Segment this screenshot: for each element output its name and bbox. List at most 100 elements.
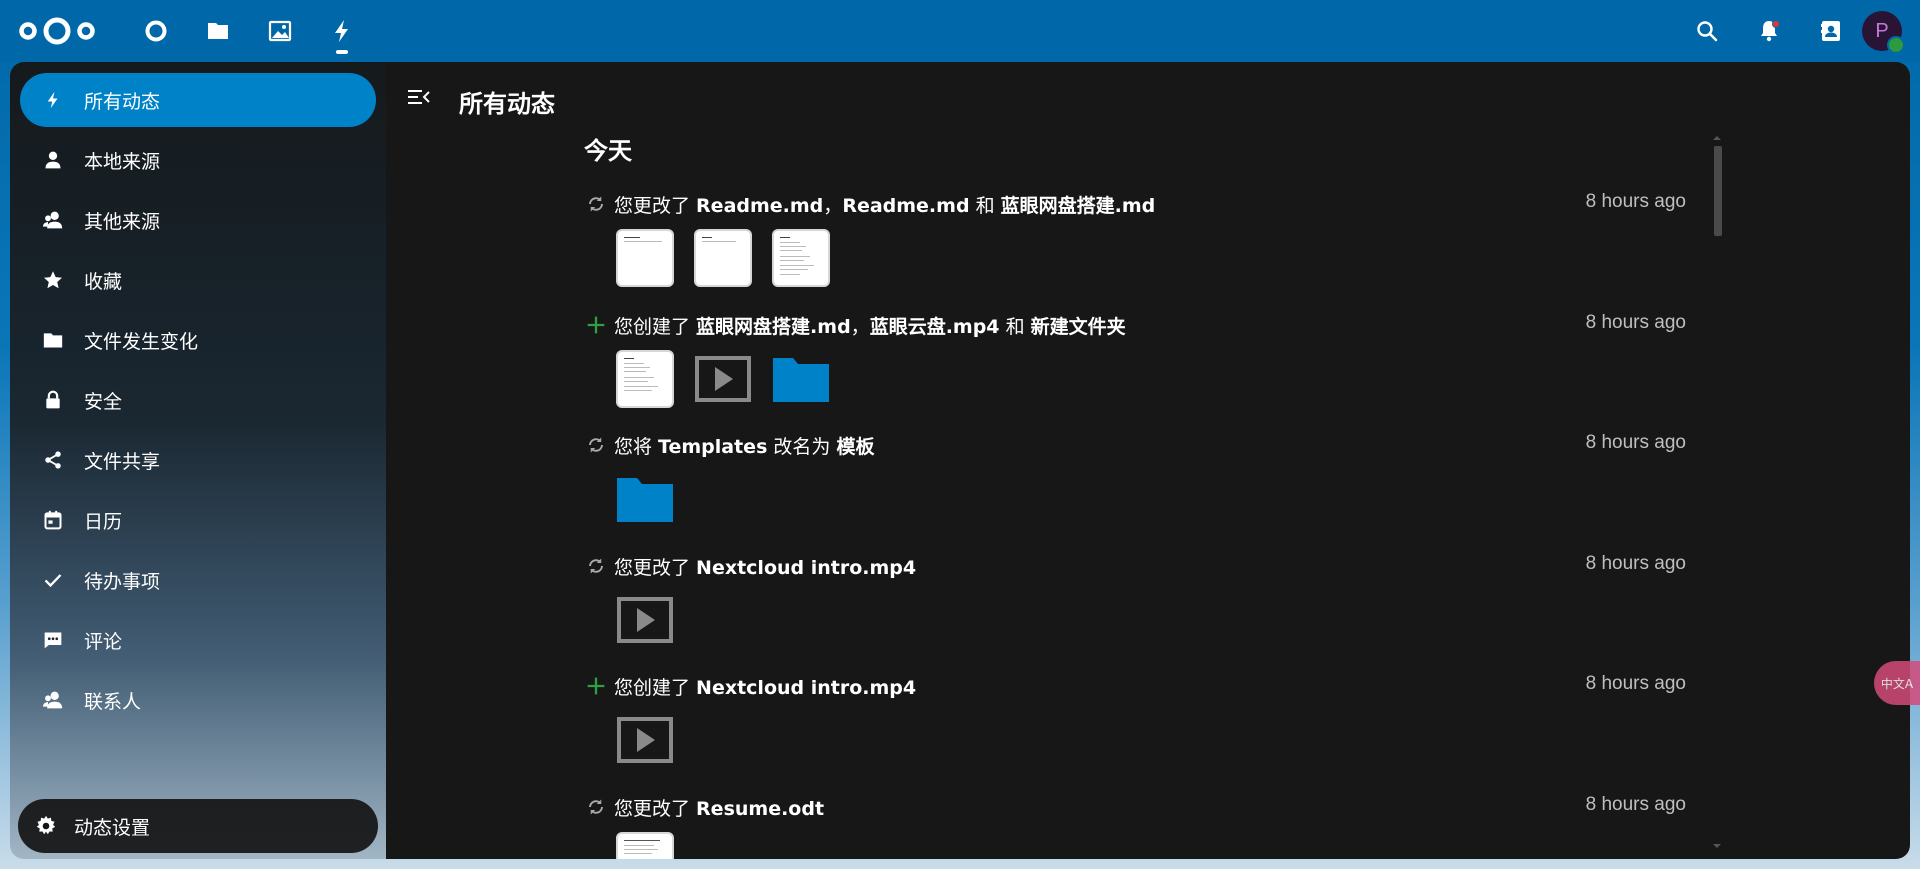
section-heading-today: 今天: [584, 137, 632, 165]
toggle-navigation-icon[interactable]: [406, 84, 432, 110]
file-link[interactable]: Resume.odt: [696, 798, 824, 820]
comment-icon: [42, 629, 64, 651]
sidebar-item-label: 安全: [84, 390, 123, 413]
file-link[interactable]: 蓝眼网盘搭建.md: [696, 316, 851, 338]
sync-changed-icon: [586, 797, 606, 817]
app-sidebar: 所有动态 本地来源 其他来源 收藏 文件发生变化 安全 文件共享 日历 待办事项…: [10, 62, 386, 859]
activity-text: 您更改了 Readme.md，Readme.md 和 蓝眼网盘搭建.md: [614, 191, 1155, 218]
notifications-bell-icon[interactable]: [1738, 0, 1800, 62]
lock-icon: [42, 389, 64, 411]
notification-dot: [1772, 20, 1780, 28]
video-file-icon[interactable]: [616, 711, 674, 769]
folder-icon: [42, 329, 64, 351]
sidebar-item-file-changes[interactable]: 文件发生变化: [20, 313, 376, 367]
file-link[interactable]: Readme.md: [696, 195, 823, 217]
file-preview-thumbnail[interactable]: [616, 350, 674, 408]
top-header: P: [0, 0, 1920, 62]
sidebar-item-label: 本地来源: [84, 150, 161, 173]
sidebar-item-label: 待办事项: [84, 570, 161, 593]
activity-verb: 您更改了: [614, 797, 697, 820]
contacts-menu-icon[interactable]: [1800, 0, 1862, 62]
conjunction: 和: [969, 194, 1001, 217]
activity-timestamp: 8 hours ago: [1585, 432, 1686, 453]
file-preview-thumbnail[interactable]: [616, 832, 674, 859]
file-preview-thumbnail[interactable]: [694, 229, 752, 287]
dashboard-app-icon[interactable]: [125, 0, 187, 62]
search-icon[interactable]: [1676, 0, 1738, 62]
activity-scrollbar[interactable]: [1712, 136, 1722, 848]
sidebar-item-all-activities[interactable]: 所有动态: [20, 73, 376, 127]
activity-timestamp: 8 hours ago: [1585, 191, 1686, 212]
translate-floating-button[interactable]: 中文A: [1874, 661, 1920, 705]
separator: ，: [823, 194, 843, 217]
activity-filter-list: 所有动态 本地来源 其他来源 收藏 文件发生变化 安全 文件共享 日历 待办事项…: [10, 62, 386, 727]
sidebar-item-security[interactable]: 安全: [20, 373, 376, 427]
activity-timestamp: 8 hours ago: [1585, 673, 1686, 694]
online-status-badge: [1887, 36, 1905, 54]
star-icon: [42, 269, 64, 291]
activity-settings-label: 动态设置: [74, 816, 151, 839]
activity-text: 您更改了 Resume.odt: [614, 794, 824, 821]
file-link[interactable]: Nextcloud intro.mp4: [696, 677, 916, 699]
sidebar-item-tasks[interactable]: 待办事项: [20, 553, 376, 607]
file-link[interactable]: Nextcloud intro.mp4: [696, 557, 916, 579]
sidebar-item-comments[interactable]: 评论: [20, 613, 376, 667]
gear-icon: [34, 814, 58, 838]
sidebar-item-label: 评论: [84, 630, 123, 653]
file-link[interactable]: 模板: [836, 436, 874, 458]
scroll-up-arrow-icon[interactable]: [1713, 136, 1721, 140]
user-avatar[interactable]: P: [1862, 11, 1905, 54]
separator: ，: [850, 315, 870, 338]
main-content: 所有动态 今天 您更改了 Readme.md，Readme.md 和 蓝眼网盘搭…: [386, 62, 1910, 859]
sidebar-item-contacts[interactable]: 联系人: [20, 673, 376, 727]
header-actions: P: [1676, 0, 1920, 62]
activity-app-icon[interactable]: [311, 0, 373, 62]
activity-verb: 您将: [614, 435, 659, 458]
app-navigation: [125, 0, 373, 62]
plus-created-icon: [586, 315, 606, 335]
files-app-icon[interactable]: [187, 0, 249, 62]
nextcloud-logo-icon[interactable]: [18, 14, 96, 48]
file-link[interactable]: 蓝眼网盘搭建.md: [1001, 195, 1156, 217]
sidebar-item-label: 文件发生变化: [84, 330, 199, 353]
person-icon: [42, 149, 64, 171]
file-link[interactable]: Templates: [658, 436, 767, 458]
file-preview-thumbnail[interactable]: [772, 229, 830, 287]
calendar-icon: [42, 509, 64, 531]
sidebar-item-favorites[interactable]: 收藏: [20, 253, 376, 307]
sidebar-item-by-you[interactable]: 本地来源: [20, 133, 376, 187]
activity-timestamp: 8 hours ago: [1585, 553, 1686, 574]
activity-item: 您创建了 Nextcloud intro.mp4 8 hours ago: [586, 673, 1686, 769]
activity-text: 您更改了 Nextcloud intro.mp4: [614, 553, 916, 580]
activity-verb: 您创建了: [614, 676, 697, 699]
file-link[interactable]: Readme.md: [842, 195, 969, 217]
sidebar-item-calendar[interactable]: 日历: [20, 493, 376, 547]
sync-changed-icon: [586, 435, 606, 455]
avatar-letter: P: [1875, 19, 1889, 42]
sidebar-item-label: 所有动态: [84, 90, 161, 113]
activity-verb: 改名为: [767, 435, 837, 458]
file-link[interactable]: 蓝眼云盘.mp4: [870, 316, 1000, 338]
sidebar-item-label: 文件共享: [84, 450, 161, 473]
scroll-down-arrow-icon[interactable]: [1713, 844, 1721, 848]
sidebar-item-file-sharing[interactable]: 文件共享: [20, 433, 376, 487]
activity-settings-button[interactable]: 动态设置: [18, 799, 378, 853]
scrollbar-thumb[interactable]: [1714, 146, 1722, 236]
sync-changed-icon: [586, 194, 606, 214]
sidebar-item-label: 收藏: [84, 270, 123, 293]
sync-changed-icon: [586, 556, 606, 576]
sidebar-item-label: 日历: [84, 510, 123, 533]
file-link[interactable]: 新建文件夹: [1031, 316, 1126, 338]
folder-icon[interactable]: [772, 350, 830, 408]
activity-verb: 您更改了: [614, 556, 697, 579]
folder-icon[interactable]: [616, 470, 674, 528]
video-file-icon[interactable]: [616, 591, 674, 649]
photos-app-icon[interactable]: [249, 0, 311, 62]
file-preview-thumbnail[interactable]: [616, 229, 674, 287]
sidebar-item-by-others[interactable]: 其他来源: [20, 193, 376, 247]
lightning-icon: [42, 89, 64, 111]
activity-verb: 您创建了: [614, 315, 697, 338]
activity-verb: 您更改了: [614, 194, 697, 217]
video-file-icon[interactable]: [694, 350, 752, 408]
activity-timestamp: 8 hours ago: [1585, 794, 1686, 815]
